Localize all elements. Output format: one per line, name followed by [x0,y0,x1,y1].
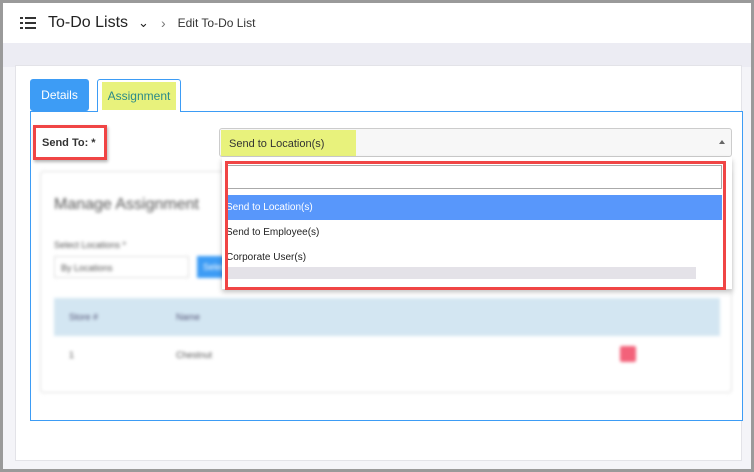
table-row: 1 Chestnut [54,336,720,372]
page-title[interactable]: To-Do Lists [48,14,128,32]
caret-up-icon [719,140,725,144]
tab-assignment[interactable]: Assignment [97,79,181,112]
tab-details[interactable]: Details [30,79,89,111]
option-send-to-locations[interactable]: Send to Location(s) [226,195,722,220]
breadcrumb: Edit To-Do List [177,16,256,30]
dropdown-scroll-area [226,267,696,279]
delete-button[interactable] [620,346,636,362]
send-to-label: Send To: * [33,125,107,160]
tab-assignment-label: Assignment [101,82,177,110]
chevron-down-icon[interactable]: ⌄ [138,15,149,31]
app-window: To-Do Lists ⌄ › Edit To-Do List Details … [3,3,751,469]
send-to-dropdown: Send to Location(s) Send to Employee(s) … [222,157,732,289]
manage-assignment-title: Manage Assignment [54,196,199,213]
column-name[interactable]: Name [176,312,200,322]
column-store[interactable]: Store # [69,312,98,322]
row-store: 1 [69,350,75,360]
chevron-right-icon: › [160,15,166,31]
send-to-value: Send to Location(s) [221,130,356,156]
row-name: Chestnut [176,350,213,360]
send-to-select[interactable]: Send to Location(s) [219,128,732,157]
dropdown-search-input[interactable] [226,165,722,189]
top-header: To-Do Lists ⌄ › Edit To-Do List [3,3,751,43]
header-band [3,43,751,67]
option-send-to-employees[interactable]: Send to Employee(s) [226,220,722,245]
select-locations-label: Select Locations * [54,240,127,250]
table-header: Store # Name [54,298,720,336]
menu-icon[interactable] [20,17,36,29]
select-locations-dropdown[interactable]: By Locations [54,256,189,278]
